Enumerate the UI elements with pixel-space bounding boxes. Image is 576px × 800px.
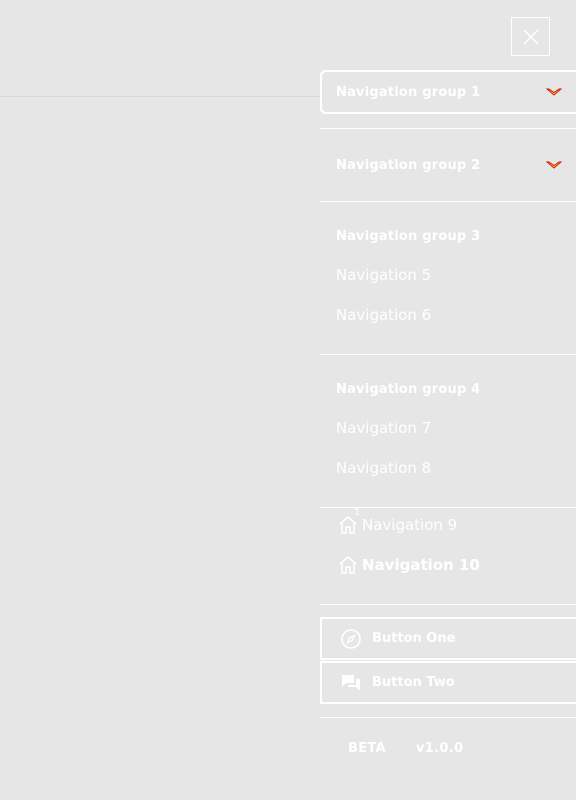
nav-link-7[interactable]: Navigation 7 (336, 419, 431, 437)
button-one[interactable]: Button One (320, 617, 576, 660)
home-icon (339, 556, 357, 574)
header-divider (0, 96, 320, 97)
divider (320, 128, 576, 129)
button-two-label: Button Two (372, 675, 455, 690)
nav-link-5[interactable]: Navigation 5 (336, 266, 431, 284)
divider (320, 717, 576, 718)
navigation-drawer: Navigation group 1 Navigation group 2 Na… (320, 0, 576, 800)
beta-label: BETA (348, 741, 386, 756)
nav-group-1-toggle[interactable]: Navigation group 1 (320, 70, 576, 114)
chevron-down-icon (546, 161, 562, 169)
nav-group-1-label: Navigation group 1 (336, 84, 481, 100)
notification-badge: 1 (354, 507, 361, 518)
button-one-label: Button One (372, 631, 456, 646)
nav-group-4-heading: Navigation group 4 (336, 382, 481, 397)
chevron-down-icon (546, 88, 562, 96)
home-icon-wrap: 1 (338, 507, 360, 535)
nav-group-2-label: Navigation group 2 (336, 157, 481, 173)
home-icon (339, 516, 357, 534)
nav-link-9-label: Navigation 9 (362, 516, 458, 534)
divider (320, 201, 576, 202)
nav-link-10[interactable]: Navigation 10 (338, 555, 480, 575)
nav-group-3-heading: Navigation group 3 (336, 229, 481, 244)
nav-link-6[interactable]: Navigation 6 (336, 306, 431, 324)
compass-icon (341, 628, 361, 649)
divider (320, 354, 576, 355)
home-icon-wrap (338, 555, 358, 575)
nav-group-2-toggle[interactable]: Navigation group 2 (320, 143, 576, 187)
chat-icon (342, 674, 360, 691)
page: Navigation group 1 Navigation group 2 Na… (0, 0, 576, 800)
divider (320, 604, 576, 605)
nav-link-10-label: Navigation 10 (362, 556, 480, 574)
button-two[interactable]: Button Two (320, 661, 576, 704)
version-label: v1.0.0 (416, 741, 464, 756)
nav-link-9[interactable]: 1 Navigation 9 (338, 507, 458, 535)
nav-link-8[interactable]: Navigation 8 (336, 459, 431, 477)
